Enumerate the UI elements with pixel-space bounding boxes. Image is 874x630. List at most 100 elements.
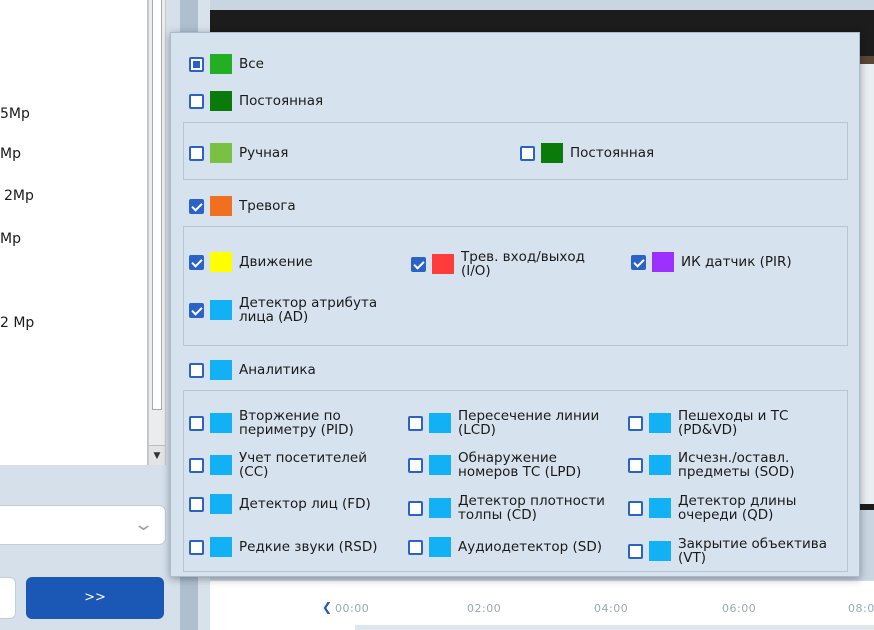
prev-button[interactable]: [0, 577, 16, 619]
analytics-option[interactable]: Детектор плотности толпы (CD): [408, 494, 608, 522]
analytics-option[interactable]: Пересечение линии (LCD): [408, 409, 608, 437]
color-swatch: [649, 498, 671, 518]
color-swatch: [210, 300, 232, 320]
list-item[interactable]: Mp: [0, 231, 21, 247]
scrollbar-thumb[interactable]: [152, 0, 162, 410]
option-motion[interactable]: Движение: [189, 252, 313, 272]
checkbox[interactable]: [628, 543, 643, 559]
option-label: Детектор атрибута лица (AD): [239, 295, 378, 325]
timeline[interactable]: ❮ 00:00 02:00 04:00 06:00 08:0: [210, 580, 874, 630]
option-label: Детектор плотности толпы (CD): [458, 493, 605, 523]
timeline-tick: 02:00: [467, 602, 502, 615]
checkbox[interactable]: [189, 539, 204, 555]
checkbox[interactable]: [189, 362, 204, 378]
checkbox[interactable]: [411, 256, 426, 272]
checkbox[interactable]: [408, 457, 423, 473]
option-face-attr[interactable]: Детектор атрибута лица (AD): [189, 296, 389, 324]
list-item[interactable]: 2 Mp: [0, 315, 34, 331]
color-swatch: [429, 455, 451, 475]
option-label: Исчезн./оставл. предметы (SOD): [678, 450, 795, 480]
option-all[interactable]: Все: [189, 54, 264, 74]
color-swatch: [210, 360, 232, 380]
color-swatch: [429, 413, 451, 433]
checkbox[interactable]: [189, 496, 204, 512]
option-label: ИК датчик (PIR): [681, 254, 792, 270]
select-dropdown[interactable]: ⌄: [0, 505, 166, 545]
option-label: Пешеходы и ТС (PD&VD): [678, 408, 789, 438]
list-scrollbar[interactable]: ▼: [148, 0, 166, 465]
color-swatch: [210, 54, 232, 74]
color-swatch: [429, 498, 451, 518]
checkbox[interactable]: [628, 415, 643, 431]
checkbox[interactable]: [408, 500, 423, 516]
analytics-option[interactable]: Детектор длины очереди (QD): [628, 494, 828, 522]
scroll-down-arrow-icon[interactable]: ▼: [149, 445, 165, 465]
option-pir[interactable]: ИК датчик (PIR): [631, 252, 792, 272]
alarm-group: Движение Трев. вход/выход (I/O) ИК датчи…: [183, 226, 848, 346]
option-label: Закрытие объектива (VT): [678, 536, 827, 566]
checkbox[interactable]: [189, 302, 204, 318]
resolution-list: 5Mp Mp 2Mp Mp 2 Mp: [0, 0, 148, 465]
checkbox[interactable]: [189, 457, 204, 473]
timeline-track[interactable]: [355, 625, 874, 630]
left-panel: 5Mp Mp 2Mp Mp 2 Mp ▼ ⌄ >>: [0, 0, 180, 630]
list-item[interactable]: 5Mp: [0, 106, 30, 122]
color-swatch: [210, 91, 232, 111]
option-label: Редкие звуки (RSD): [239, 539, 378, 555]
option-manual[interactable]: Ручная: [189, 143, 288, 163]
option-alarm[interactable]: Тревога: [189, 196, 296, 216]
option-label: Аналитика: [239, 362, 316, 378]
next-button[interactable]: >>: [26, 577, 164, 619]
option-label: Трев. вход/выход (I/O): [461, 249, 585, 279]
record-type-filter-popup: Все Постоянная Ручная Постоянная Тревога…: [170, 32, 860, 577]
color-swatch: [649, 541, 671, 561]
checkbox[interactable]: [631, 254, 646, 270]
list-item[interactable]: Mp: [0, 146, 21, 162]
checkbox[interactable]: [628, 500, 643, 516]
list-item[interactable]: 2Mp: [4, 188, 34, 204]
checkbox[interactable]: [408, 415, 423, 431]
color-swatch: [432, 254, 454, 274]
checkbox[interactable]: [520, 145, 535, 161]
timeline-tick: 06:00: [722, 602, 757, 615]
option-label: Все: [239, 56, 264, 72]
option-analytics[interactable]: Аналитика: [189, 360, 316, 380]
option-continuous-sub[interactable]: Постоянная: [520, 143, 654, 163]
option-continuous[interactable]: Постоянная: [189, 91, 323, 111]
analytics-option[interactable]: Редкие звуки (RSD): [189, 537, 389, 557]
option-alarm-io[interactable]: Трев. вход/выход (I/O): [411, 250, 611, 278]
option-label: Учет посетителей (CC): [239, 450, 367, 480]
timeline-back-icon[interactable]: ❮: [322, 600, 332, 614]
option-label: Аудиодетектор (SD): [458, 539, 603, 555]
checkbox[interactable]: [189, 415, 204, 431]
option-label: Детектор лиц (FD): [239, 496, 371, 512]
analytics-option[interactable]: Детектор лиц (FD): [189, 494, 389, 514]
analytics-group: Вторжение по периметру (PID) Пересечение …: [183, 390, 848, 572]
checkbox[interactable]: [189, 145, 204, 161]
option-label: Тревога: [239, 198, 296, 214]
color-swatch: [649, 413, 671, 433]
color-swatch: [210, 494, 232, 514]
checkbox[interactable]: [189, 93, 204, 109]
video-side-strip: [858, 64, 874, 504]
checkbox[interactable]: [408, 539, 423, 555]
analytics-option[interactable]: Вторжение по периметру (PID): [189, 409, 389, 437]
option-label: Постоянная: [570, 145, 655, 161]
checkbox[interactable]: [628, 457, 643, 473]
analytics-option[interactable]: Закрытие объектива (VT): [628, 537, 828, 565]
option-label: Постоянная: [239, 93, 324, 109]
checkbox[interactable]: [189, 254, 204, 270]
chevron-down-icon: ⌄: [132, 514, 155, 535]
analytics-option[interactable]: Учет посетителей (CC): [189, 451, 389, 479]
color-swatch: [210, 196, 232, 216]
option-label: Пересечение линии (LCD): [458, 408, 600, 438]
analytics-option[interactable]: Пешеходы и ТС (PD&VD): [628, 409, 828, 437]
analytics-option[interactable]: Аудиодетектор (SD): [408, 537, 608, 557]
analytics-option[interactable]: Обнаружение номеров ТС (LPD): [408, 451, 608, 479]
checkbox[interactable]: [189, 56, 204, 72]
analytics-option[interactable]: Исчезн./оставл. предметы (SOD): [628, 451, 828, 479]
continuous-group: Ручная Постоянная: [183, 122, 848, 180]
color-swatch: [652, 252, 674, 272]
checkbox[interactable]: [189, 198, 204, 214]
color-swatch: [210, 537, 232, 557]
